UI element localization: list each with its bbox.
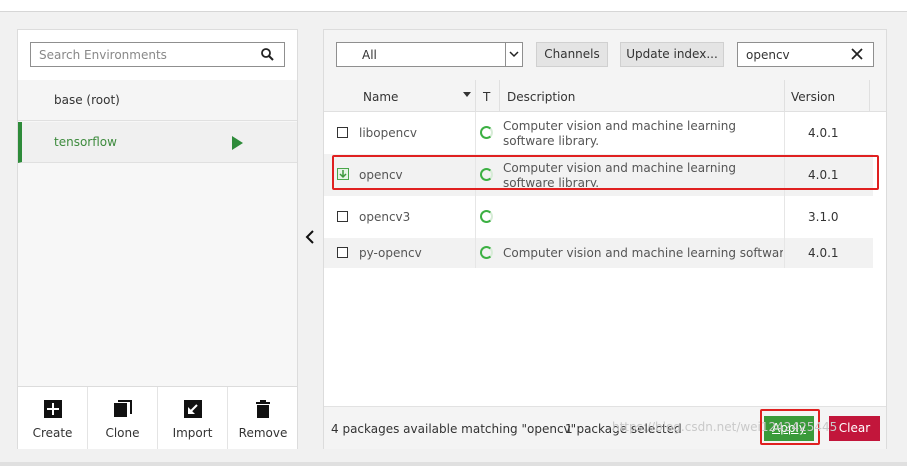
package-name: py-opencv	[359, 246, 422, 260]
packages-toolbar: All Channels Update index...	[324, 30, 886, 81]
watermark: https://blog.csdn.net/wei1242425445	[612, 420, 838, 434]
package-version: 4.0.1	[808, 246, 839, 260]
sort-desc-icon[interactable]	[463, 92, 471, 97]
environment-item-base[interactable]: base (root)	[18, 80, 297, 121]
create-label: Create	[32, 426, 73, 440]
package-filter-select[interactable]: All	[336, 42, 523, 67]
highlight-box	[332, 155, 879, 190]
status-text: 4 packages available matching "opencv"	[331, 422, 577, 436]
package-name: libopencv	[359, 126, 417, 140]
remove-button[interactable]: Remove	[228, 387, 298, 449]
environment-label: tensorflow	[54, 135, 117, 149]
package-name: opencv3	[359, 210, 411, 224]
environment-search-bar	[18, 30, 297, 81]
package-version: 4.0.1	[808, 126, 839, 140]
environment-actions-bar: Create Clone Import Remove	[18, 386, 297, 449]
remove-label: Remove	[238, 426, 288, 440]
search-icon[interactable]	[261, 48, 274, 61]
window-right-edge	[890, 12, 907, 462]
package-checkbox[interactable]	[337, 247, 348, 258]
create-button[interactable]: Create	[18, 387, 88, 449]
environments-panel: base (root) tensorflow Create Clone	[17, 29, 298, 449]
environment-search-input[interactable]	[31, 43, 259, 66]
table-row[interactable]: py-opencv Computer vision and machine le…	[324, 238, 873, 268]
close-icon[interactable]	[851, 48, 863, 60]
table-row[interactable]: libopencv Computer vision and machine le…	[324, 112, 873, 154]
environment-search-box	[30, 42, 285, 67]
status-ring-icon	[480, 126, 493, 139]
column-header-type[interactable]: T	[483, 90, 490, 104]
import-arrow-icon	[184, 400, 202, 418]
package-description: Computer vision and machine learning sof…	[503, 246, 783, 260]
package-version: 3.1.0	[808, 210, 839, 224]
status-ring-icon	[480, 210, 493, 223]
package-table-header: Name T Description Version	[324, 80, 886, 112]
trash-icon	[256, 400, 270, 418]
package-description: Computer vision and machine learning sof…	[503, 119, 736, 148]
filter-value: All	[362, 48, 377, 62]
chevron-down-icon	[509, 51, 519, 58]
channels-button[interactable]: Channels	[536, 42, 608, 67]
environment-item-tensorflow[interactable]: tensorflow	[18, 122, 297, 163]
import-button[interactable]: Import	[158, 387, 228, 449]
package-checkbox[interactable]	[337, 127, 348, 138]
package-search-box	[737, 42, 874, 67]
package-search-input[interactable]	[738, 43, 846, 66]
column-header-description[interactable]: Description	[507, 90, 575, 104]
column-header-version[interactable]: Version	[791, 90, 835, 104]
update-index-button[interactable]: Update index...	[620, 42, 724, 67]
packages-panel: All Channels Update index... Name T Desc…	[323, 29, 887, 449]
dropdown-toggle[interactable]	[505, 43, 522, 66]
table-row[interactable]: opencv3 3.1.0	[324, 196, 873, 238]
clone-button[interactable]: Clone	[88, 387, 158, 449]
environment-label: base (root)	[54, 93, 120, 107]
column-header-name[interactable]: Name	[363, 90, 398, 104]
chevron-left-icon[interactable]	[300, 226, 320, 248]
play-icon[interactable]	[232, 136, 243, 150]
clone-icon	[114, 400, 132, 417]
status-ring-icon	[480, 246, 493, 259]
import-label: Import	[172, 426, 213, 440]
plus-square-icon	[44, 400, 62, 418]
package-checkbox[interactable]	[337, 211, 348, 222]
clone-label: Clone	[105, 426, 140, 440]
